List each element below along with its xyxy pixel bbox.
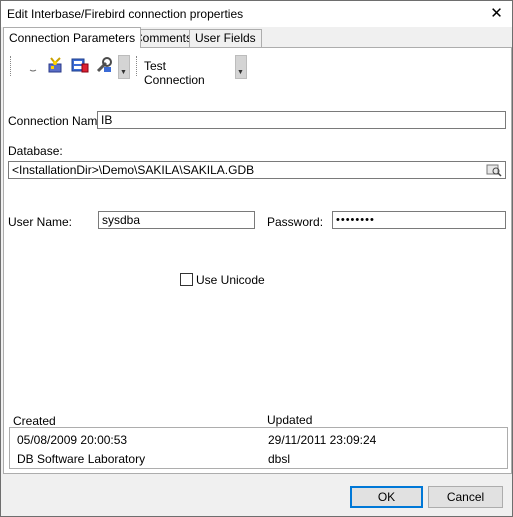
tab-user-fields[interactable]: User Fields — [189, 29, 262, 47]
tools-icon[interactable] — [94, 55, 114, 75]
audit-info-box: 05/08/2009 20:00:53 29/11/2011 23:09:24 … — [9, 427, 508, 469]
created-by: DB Software Laboratory — [17, 452, 146, 466]
ok-button[interactable]: OK — [350, 486, 423, 508]
toolbar-grip[interactable] — [10, 56, 13, 76]
username-label: User Name: — [8, 215, 73, 229]
close-icon[interactable]: ✕ — [481, 1, 512, 27]
updated-date: 29/11/2011 23:09:24 — [268, 433, 377, 447]
database-label: Database: — [8, 144, 63, 158]
toolbar-grip-2[interactable] — [136, 56, 139, 76]
connection-name-label: Connection Name: — [8, 114, 108, 128]
connection-name-input[interactable]: IB — [97, 111, 506, 129]
dialog-window: Edit Interbase/Firebird connection prope… — [0, 0, 513, 517]
toolbar-dropdown-2[interactable]: ▼ — [235, 55, 247, 79]
created-label: Created — [13, 414, 56, 428]
connection-parameters-panel: ▼ Test Connection ▼ Connection Name: IB … — [3, 47, 512, 474]
username-input[interactable]: sysdba — [98, 211, 255, 229]
created-date: 05/08/2009 20:00:53 — [17, 433, 128, 447]
password-label: Password: — [267, 215, 324, 229]
cancel-button[interactable]: Cancel — [428, 486, 503, 508]
tab-connection-parameters[interactable]: Connection Parameters — [3, 27, 142, 48]
toolbar-dropdown-1[interactable]: ▼ — [118, 55, 130, 79]
use-unicode-label: Use Unicode — [196, 273, 265, 287]
database-icon[interactable] — [70, 55, 90, 75]
use-unicode-checkbox[interactable] — [180, 273, 193, 286]
window-title: Edit Interbase/Firebird connection prope… — [7, 7, 244, 21]
title-bar[interactable]: Edit Interbase/Firebird connection prope… — [1, 1, 512, 27]
browse-icon[interactable] — [486, 163, 502, 177]
blank-icon[interactable] — [24, 55, 44, 75]
password-input[interactable]: •••••••• — [332, 211, 506, 229]
updated-by: dbsl — [268, 452, 291, 466]
test-connection-button[interactable]: Test Connection — [144, 59, 205, 87]
chevron-down-icon: ▼ — [237, 69, 244, 76]
database-input[interactable]: <InstallationDir>\Demo\SAKILA\SAKILA.GDB — [8, 161, 506, 179]
updated-label: Updated — [267, 413, 313, 427]
chevron-down-icon: ▼ — [120, 69, 127, 76]
wizard-icon[interactable] — [46, 55, 66, 75]
